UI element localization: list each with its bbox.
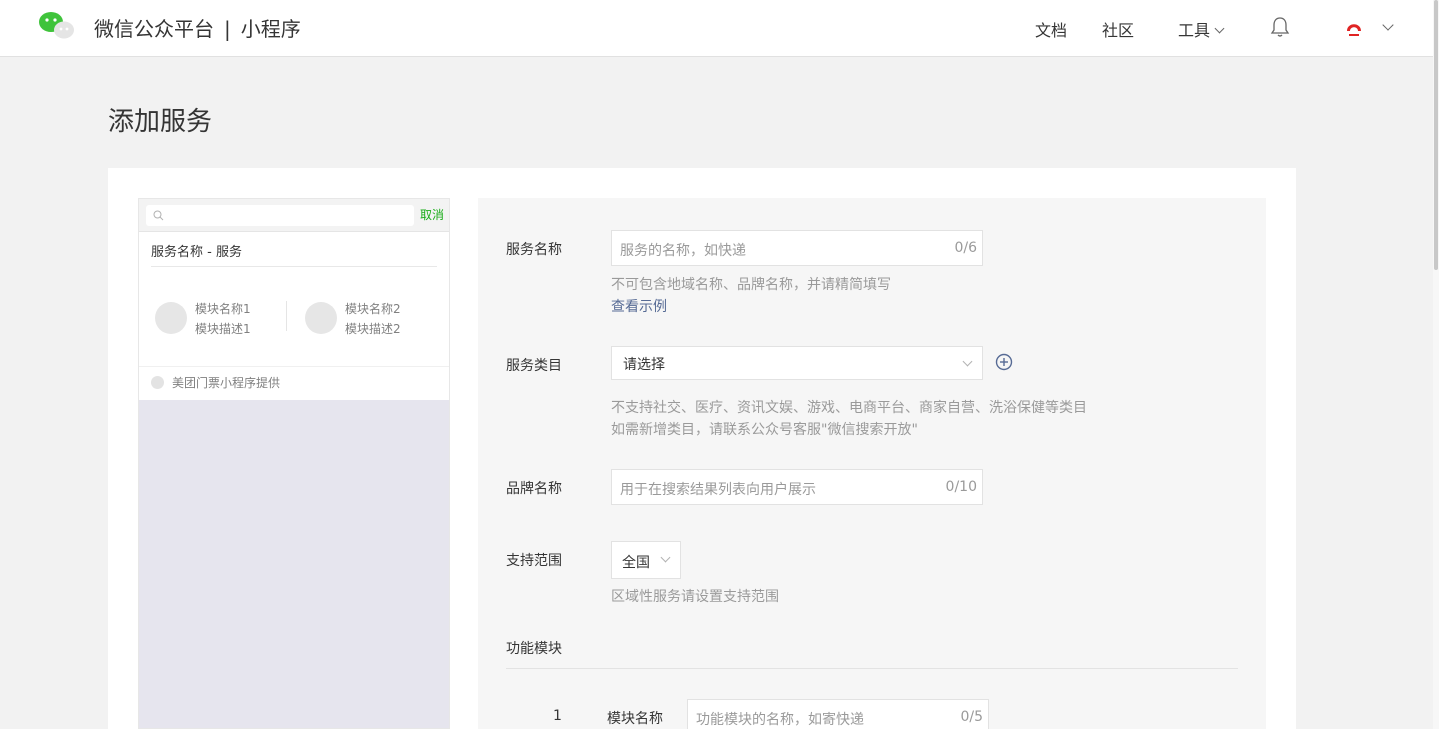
scrollbar-thumb[interactable] [1434,0,1438,270]
service-name-input[interactable]: 服务的名称，如快递 0/6 [611,230,983,266]
category-hint-line2: 如需新增类目，请联系公众号客服"微信搜索开放" [611,422,918,438]
add-circle-icon[interactable] [995,353,1013,371]
module-icon-placeholder [305,302,337,334]
product-name: 小程序 [240,17,301,41]
chevron-down-icon [962,356,973,367]
nav-docs-link[interactable]: 文档 [1035,17,1067,41]
wechat-logo[interactable] [38,11,76,41]
bell-icon[interactable] [1270,16,1290,38]
user-icon [151,376,164,389]
brand-name-input[interactable]: 用于在搜索结果列表向用户展示 0/10 [611,469,983,505]
divider [286,301,287,331]
nav-community-link[interactable]: 社区 [1102,17,1134,41]
divider [506,668,1238,669]
top-navigation-bar: 微信公众平台 | 小程序 文档 社区 工具 [0,0,1433,57]
chevron-down-icon [1214,23,1225,34]
preview-search-bar: 取消 [139,199,449,232]
search-icon [153,210,164,221]
service-name-counter: 0/6 [954,240,977,256]
module-name-counter: 0/5 [960,709,983,725]
preview-cancel-text: 取消 [420,208,445,222]
preview-module-name: 模块名称2 [345,302,401,316]
preview-search-input [146,205,414,226]
module-name-placeholder: 功能模块的名称，如寄快递 [696,712,864,728]
preview-content: 取消 服务名称 - 服务 模块名称1 模块描述1 模块名称2 模块描述2 美团门… [139,199,449,400]
brand-title[interactable]: 微信公众平台 | 小程序 [94,13,301,42]
preview-module-desc: 模块描述1 [195,322,251,336]
chevron-down-icon [660,552,671,563]
module-icon-placeholder [155,302,187,334]
scope-label: 支持范围 [506,553,562,569]
brand-name-label: 品牌名称 [506,481,562,497]
avatar[interactable] [1342,16,1366,40]
service-name-placeholder: 服务的名称，如快递 [620,243,746,259]
preview-service-title: 服务名称 - 服务 [151,245,242,260]
module-name-label: 模块名称 [607,711,663,727]
modules-section-label: 功能模块 [506,641,562,657]
brand-separator: | [224,17,231,41]
category-hint-line1: 不支持社交、医疗、资讯文娱、游戏、电商平台、商家自营、洗浴保健等类目 [611,400,1087,416]
brand-name-counter: 0/10 [945,479,977,495]
preview-provider-text: 美团门票小程序提供 [172,376,281,390]
service-name-hint: 不可包含地域名称、品牌名称，并请精简填写 [611,277,891,293]
category-select[interactable]: 请选择 [611,346,983,380]
brand-name-placeholder: 用于在搜索结果列表向用户展示 [620,482,816,498]
brand-name: 微信公众平台 [94,17,214,41]
preview-module-name: 模块名称1 [195,302,251,316]
scope-hint: 区域性服务请设置支持范围 [611,589,779,605]
page-title: 添加服务 [108,107,213,137]
chevron-down-icon[interactable] [1382,19,1394,31]
service-name-label: 服务名称 [506,242,562,258]
nav-tools-menu[interactable]: 工具 [1178,17,1225,41]
category-label: 服务类目 [506,358,562,374]
scope-select-value: 全国 [622,555,650,571]
service-preview-panel: 取消 服务名称 - 服务 模块名称1 模块描述1 模块名称2 模块描述2 美团门… [138,198,450,729]
preview-module-desc: 模块描述2 [345,322,401,336]
divider [151,266,437,267]
module-name-input[interactable]: 功能模块的名称，如寄快递 0/5 [687,699,989,729]
preview-provider-row: 美团门票小程序提供 [139,366,449,400]
scope-select[interactable]: 全国 [611,541,681,579]
module-row-index: 1 [553,708,562,724]
view-example-link[interactable]: 查看示例 [611,296,667,316]
category-select-value: 请选择 [623,357,665,373]
nav-tools-label: 工具 [1178,21,1211,40]
